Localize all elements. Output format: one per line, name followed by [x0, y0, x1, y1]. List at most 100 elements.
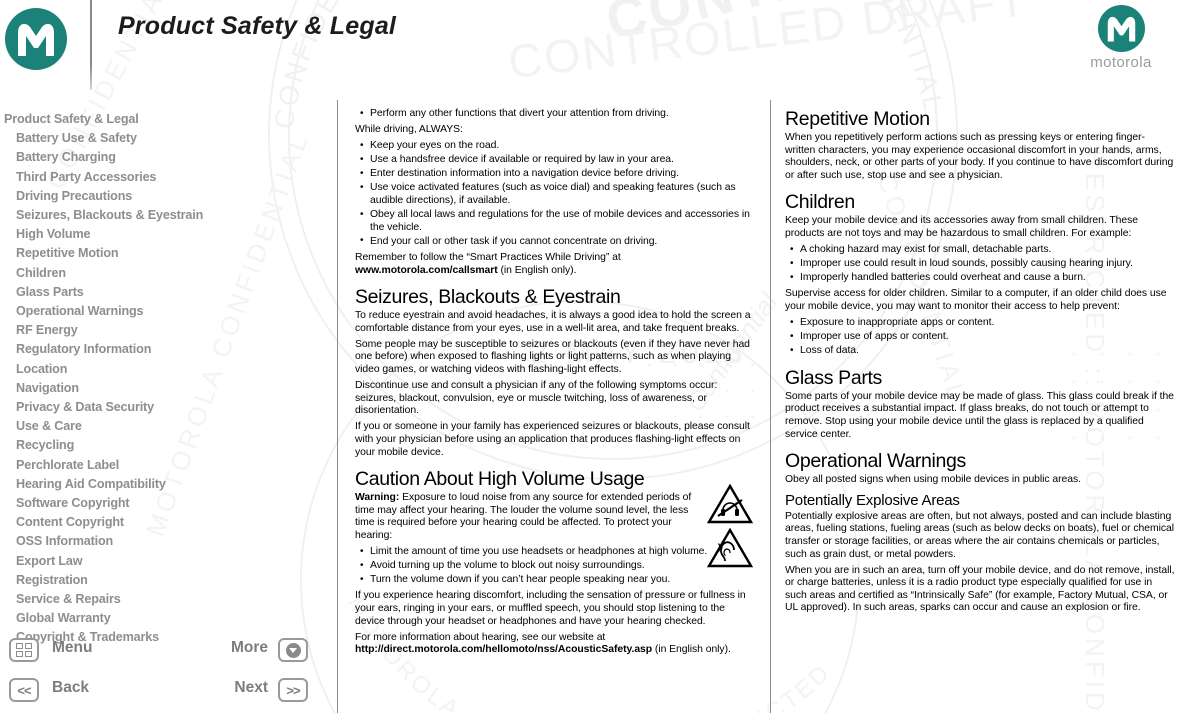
driving-lead-bullets: Perform any other functions that divert … [355, 108, 753, 121]
column-divider-left [337, 100, 338, 713]
toc-item[interactable]: Repetitive Motion [0, 244, 330, 263]
acoustic-prefix: For more information about hearing, see … [355, 631, 606, 643]
list-item: Use voice activated features (such as vo… [355, 182, 753, 207]
next-button[interactable]: >> [278, 678, 308, 702]
content-column-right: Repetitive Motion When you repetitively … [785, 108, 1175, 619]
potentially-explosive-areas-heading: Potentially Explosive Areas [785, 491, 960, 509]
list-item: Turn the volume down if you can’t hear p… [355, 574, 753, 587]
list-item: Improper use could result in loud sounds… [785, 258, 1175, 271]
list-item: End your call or other task if you canno… [355, 235, 753, 249]
list-item: Improper use of apps or content. [785, 331, 1175, 344]
high-volume-heading: Caution About High Volume Usage [355, 468, 645, 491]
toc-item[interactable]: Registration [0, 571, 330, 590]
toc-item[interactable]: Perchlorate Label [0, 456, 330, 475]
page-title: Product Safety & Legal [118, 12, 397, 40]
list-item: Use a handsfree device if available or r… [355, 154, 753, 167]
toc-item[interactable]: Service & Repairs [0, 590, 330, 609]
list-item: Keep your eyes on the road. [355, 140, 753, 153]
list-item: Improperly handled batteries could overh… [785, 272, 1175, 285]
menu-button[interactable] [9, 638, 39, 662]
column-divider-right [770, 100, 771, 713]
toc-item[interactable]: Battery Charging [0, 148, 330, 167]
children-bullets-1: A choking hazard may exist for small, de… [785, 244, 1175, 285]
back-button[interactable]: << [9, 678, 39, 702]
high-volume-p-after: If you experience hearing discomfort, in… [355, 590, 746, 627]
toc-item[interactable]: Glass Parts [0, 283, 330, 302]
table-of-contents: Product Safety & Legal Battery Use & Safe… [0, 110, 330, 648]
toc-item[interactable]: Driving Precautions [0, 187, 330, 206]
list-item: Limit the amount of time you use headset… [355, 546, 753, 559]
toc-item[interactable]: Content Copyright [0, 513, 330, 532]
repetitive-motion-heading: Repetitive Motion [785, 108, 930, 130]
list-item: Enter destination information into a nav… [355, 168, 753, 181]
toc-item[interactable]: Product Safety & Legal [0, 110, 330, 129]
operational-warnings-heading: Operational Warnings [785, 450, 966, 473]
document-page: CONFIDENTIAL RESTRICTED :: MOTOROLA CONF… [0, 0, 1179, 713]
callsmart-link[interactable]: www.motorola.com/callsmart [355, 265, 498, 276]
toc-item[interactable]: Privacy & Data Security [0, 398, 330, 417]
operational-warnings-p1: Obey all posted signs when using mobile … [785, 474, 1081, 486]
list-item: Obey all local laws and regulations for … [355, 209, 753, 234]
toc-item[interactable]: Use & Care [0, 417, 330, 436]
children-bullets-2: Exposure to inappropriate apps or conten… [785, 317, 1175, 358]
seizures-heading: Seizures, Blackouts & Eyestrain [355, 286, 621, 309]
toc-item[interactable]: Children [0, 264, 330, 283]
toc-item[interactable]: Hearing Aid Compatibility [0, 475, 330, 494]
next-label: Next [234, 679, 268, 696]
grid-menu-icon [16, 643, 32, 657]
smart-practices-paragraph: Remember to follow the “Smart Practices … [355, 252, 753, 277]
softkey-bar: Menu More << Back Next >> [0, 633, 330, 713]
operational-warnings-p2: Potentially explosive areas are often, b… [785, 510, 1174, 560]
motorola-m-logo-icon [5, 8, 67, 70]
more-button[interactable] [278, 638, 308, 662]
toc-item[interactable]: OSS Information [0, 532, 330, 551]
children-heading: Children [785, 191, 855, 214]
high-volume-warning: Warning: Exposure to loud noise from any… [355, 492, 707, 542]
list-item: Avoid turning up the volume to block out… [355, 560, 753, 573]
operational-warnings-p3: When you are in such an area, turn off y… [785, 564, 1175, 614]
acoustic-safety-link[interactable]: http://direct.motorola.com/hellomoto/nss… [355, 644, 652, 655]
double-chevron-left-icon: << [17, 682, 31, 698]
softkey-row-back-next: << Back Next >> [0, 673, 320, 713]
seizures-p2: Some people may be susceptible to seizur… [355, 338, 750, 375]
toc-item[interactable]: Operational Warnings [0, 302, 330, 321]
list-item: Exposure to inappropriate apps or conten… [785, 317, 1175, 330]
toc-item[interactable]: Seizures, Blackouts & Eyestrain [0, 206, 330, 225]
back-label: Back [52, 679, 90, 696]
more-label: More [230, 639, 268, 656]
page-header: Product Safety & Legal motorola [0, 0, 1179, 100]
list-item: A choking hazard may exist for small, de… [785, 244, 1175, 257]
smart-practices-suffix: (in English only). [497, 264, 577, 276]
while-driving-label: While driving, ALWAYS: [355, 124, 463, 136]
toc-item[interactable]: Global Warranty [0, 609, 330, 628]
glass-parts-heading: Glass Parts [785, 366, 882, 389]
chevron-down-circle-icon [285, 642, 301, 658]
toc-item[interactable]: RF Energy [0, 321, 330, 340]
toc-item[interactable]: High Volume [0, 225, 330, 244]
motorola-brand: motorola [1073, 5, 1169, 71]
menu-label: Menu [52, 639, 93, 656]
warning-label: Warning: [355, 492, 400, 504]
toc-item[interactable]: Battery Use & Safety [0, 129, 330, 148]
while-driving-bullets: Keep your eyes on the road.Use a handsfr… [355, 140, 753, 248]
toc-item[interactable]: Regulatory Information [0, 340, 330, 359]
smart-practices-prefix: Remember to follow the “Smart Practices … [355, 251, 621, 263]
toc-item[interactable]: Recycling [0, 436, 330, 455]
toc-item[interactable]: Software Copyright [0, 494, 330, 513]
toc-item[interactable]: Navigation [0, 379, 330, 398]
list-item: Loss of data. [785, 345, 1175, 358]
seizures-p4: If you or someone in your family has exp… [355, 421, 750, 458]
warning-text: Exposure to loud noise from any source f… [355, 492, 692, 541]
ear-volume-warning-triangle-icon [706, 527, 754, 568]
no-headphones-warning-triangle-icon [706, 483, 754, 524]
motorola-wordmark: motorola [1090, 54, 1152, 71]
double-chevron-right-icon: >> [286, 682, 300, 698]
acoustic-safety-paragraph: For more information about hearing, see … [355, 632, 753, 657]
children-p2: Supervise access for older children. Sim… [785, 288, 1167, 312]
list-item: Perform any other functions that divert … [355, 108, 753, 121]
toc-item[interactable]: Export Law [0, 552, 330, 571]
toc-item[interactable]: Third Party Accessories [0, 168, 330, 187]
children-p1: Keep your mobile device and its accessor… [785, 215, 1138, 239]
toc-item[interactable]: Location [0, 360, 330, 379]
content-column-left: Perform any other functions that divert … [355, 108, 753, 660]
